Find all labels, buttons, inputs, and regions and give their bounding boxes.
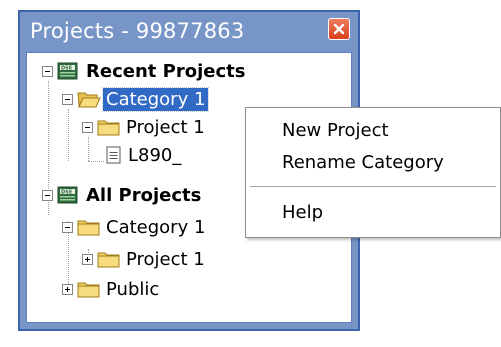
menu-item-new-project[interactable]: New Project: [282, 120, 389, 141]
tree-label-recent-projects: Recent Projects: [86, 61, 246, 82]
dse-database-icon: DSE: [57, 61, 79, 85]
folder-icon: [97, 249, 121, 273]
menu-item-help[interactable]: Help: [282, 202, 323, 223]
tree-label-category-1: Category 1: [101, 87, 210, 112]
close-button[interactable]: [328, 18, 350, 40]
tree-node-recent-projects[interactable]: DSE Recent Projects: [27, 59, 347, 87]
svg-text:DSE: DSE: [61, 190, 73, 196]
stage: Projects - 99877863 DSE Recent Projects …: [0, 0, 501, 347]
tree-label-project-1: Project 1: [126, 249, 205, 270]
context-menu: New Project Rename Category Help: [245, 107, 501, 238]
folder-icon: [77, 217, 101, 241]
tree-label-project-1: Project 1: [126, 117, 205, 138]
folder-icon: [77, 279, 101, 303]
tree-node-project-1[interactable]: Project 1: [27, 247, 347, 275]
menu-item-rename-category[interactable]: Rename Category: [282, 152, 444, 173]
collapse-toggle-icon[interactable]: [42, 66, 53, 77]
collapse-toggle-icon[interactable]: [42, 190, 53, 201]
title-bar[interactable]: Projects - 99877863: [20, 12, 358, 52]
collapse-toggle-icon[interactable]: [62, 94, 73, 105]
tree-label-file: L890_: [128, 145, 182, 166]
tree-label-all-projects: All Projects: [86, 185, 202, 206]
menu-separator: [250, 186, 496, 187]
svg-text:DSE: DSE: [61, 66, 73, 72]
tree-label-category-1: Category 1: [106, 217, 206, 238]
panel-title: Projects - 99877863: [30, 19, 245, 43]
document-icon: [105, 145, 123, 169]
collapse-toggle-icon[interactable]: [82, 122, 93, 133]
folder-icon: [97, 117, 121, 141]
expand-toggle-icon[interactable]: [82, 254, 93, 265]
tree-node-public[interactable]: Public: [27, 277, 347, 305]
collapse-toggle-icon[interactable]: [62, 222, 73, 233]
tree-label-public: Public: [106, 279, 160, 300]
close-x-icon: [333, 23, 345, 35]
dse-database-icon: DSE: [57, 185, 79, 209]
expand-toggle-icon[interactable]: [62, 284, 73, 295]
open-folder-icon: [77, 89, 101, 113]
